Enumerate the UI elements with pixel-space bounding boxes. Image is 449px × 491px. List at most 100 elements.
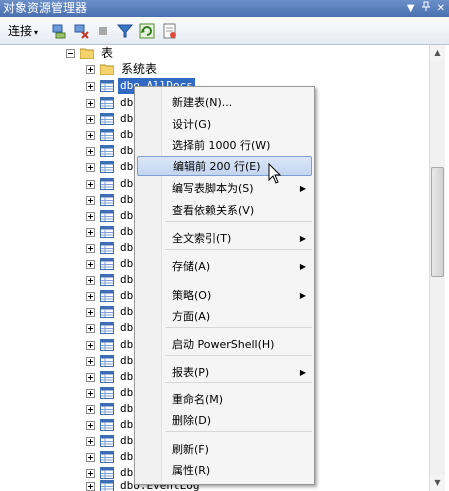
expand-icon[interactable] [86,356,95,366]
vertical-scrollbar[interactable]: ▲ ▼ [429,45,445,491]
chevron-down-icon: ▾ [34,28,39,37]
menu-item-label: 删除(D) [172,414,212,427]
expand-icon[interactable] [86,163,95,173]
menu-item-label: 存储(A) [172,260,211,273]
table-icon [100,386,114,399]
submenu-arrow-icon: ▶ [299,368,306,377]
menu-item-script-table-as[interactable]: 编写表脚本为(S) ▶ [137,179,312,199]
tree-node-tables[interactable]: 表 [0,45,429,61]
expand-icon[interactable] [86,437,95,447]
connect-icon[interactable] [51,23,67,39]
connect-button[interactable]: 连接 ▾ [8,22,38,39]
table-icon [100,480,114,491]
table-icon [100,241,114,254]
menu-item-storage[interactable]: 存储(A) ▶ [137,257,312,277]
expand-icon[interactable] [86,243,95,253]
expand-icon[interactable] [86,324,95,334]
submenu-arrow-icon: ▶ [299,234,306,243]
expand-icon[interactable] [86,340,95,350]
menu-item-label: 刷新(F) [172,443,209,456]
table-icon [100,338,114,351]
table-icon [100,113,114,126]
expand-icon[interactable] [86,372,95,382]
expand-icon[interactable] [86,179,95,189]
menu-item-label: 全文索引(T) [172,232,232,245]
submenu-arrow-icon: ▶ [299,291,306,300]
tree-label-tables: 表 [101,46,114,60]
menu-item-policies[interactable]: 策略(O) ▶ [137,286,312,306]
menu-item-reports[interactable]: 报表(P) ▶ [137,363,312,383]
expand-icon[interactable] [86,482,95,491]
expand-icon[interactable] [86,469,95,479]
menu-item-view-dependencies[interactable]: 查看依赖关系(V) [137,201,312,221]
expand-icon[interactable] [86,82,95,91]
expand-icon[interactable] [86,211,95,221]
table-icon [100,322,114,335]
expand-icon[interactable] [86,227,95,237]
table-icon [100,370,114,383]
refresh-icon[interactable] [139,23,155,39]
expand-icon[interactable] [86,195,95,205]
expand-icon[interactable] [86,388,95,398]
menu-item-rename[interactable]: 重命名(M) [137,390,312,410]
table-icon [100,274,114,287]
menu-separator [165,221,312,222]
menu-separator [165,327,312,328]
menu-item-delete[interactable]: 删除(D) [137,411,312,431]
scroll-up-icon[interactable]: ▲ [430,45,445,61]
expand-icon[interactable] [86,404,95,414]
panel-title: 对象资源管理器 [3,1,88,15]
expand-icon[interactable] [86,131,95,141]
menu-item-facets[interactable]: 方面(A) [137,307,312,327]
menu-item-label: 重命名(M) [172,393,224,406]
collapse-icon[interactable] [66,49,75,58]
menu-item-label: 报表(P) [172,366,210,379]
table-icon [100,193,114,206]
toolbar: 连接 ▾ [0,17,449,45]
table-icon [100,419,114,431]
scroll-down-icon[interactable]: ▼ [430,475,445,491]
summary-icon[interactable] [162,23,178,39]
menu-item-properties[interactable]: 属性(R) [137,461,312,481]
connect-label: 连接 [8,24,33,38]
menu-item-full-text-index[interactable]: 全文索引(T) ▶ [137,229,312,249]
expand-icon[interactable] [86,276,95,286]
dropdown-icon[interactable]: ▼ [407,0,415,17]
expand-icon[interactable] [86,65,95,74]
table-icon [100,80,114,92]
menu-item-label: 编写表脚本为(S) [172,182,254,195]
scrollbar-thumb[interactable] [431,167,444,277]
close-icon[interactable]: ✕ [437,0,445,17]
tree-node-system-tables[interactable]: 系统表 [0,61,429,77]
menu-item-label: 新建表(N)... [172,96,233,109]
filter-icon[interactable] [117,23,133,39]
expand-icon[interactable] [86,421,95,430]
table-icon [100,145,114,158]
menu-item-start-powershell[interactable]: 启动 PowerShell(H) [137,335,312,355]
expand-icon[interactable] [86,260,95,269]
table-icon [100,209,114,222]
table-icon [100,97,114,109]
menu-item-label: 编辑前 200 行(E) [173,160,261,173]
mouse-cursor-icon [268,163,282,184]
table-icon [100,258,114,270]
expand-icon[interactable] [86,115,95,125]
expand-icon[interactable] [86,453,95,463]
table-icon [100,451,114,464]
expand-icon[interactable] [86,99,95,108]
expand-icon[interactable] [86,147,95,157]
menu-item-design[interactable]: 设计(G) [137,115,312,135]
menu-item-edit-top-200[interactable]: 编辑前 200 行(E) [137,156,312,176]
menu-item-new-table[interactable]: 新建表(N)... [137,93,312,113]
menu-item-select-top-1000[interactable]: 选择前 1000 行(W) [137,136,312,156]
submenu-arrow-icon: ▶ [299,184,306,193]
disconnect-icon[interactable] [73,23,89,39]
menu-item-refresh[interactable]: 刷新(F) [137,440,312,460]
menu-item-label: 策略(O) [172,289,212,302]
expand-icon[interactable] [86,308,95,318]
expand-icon[interactable] [86,292,95,302]
table-icon [100,161,114,174]
table-icon [100,225,114,238]
pin-icon[interactable] [421,0,431,17]
stop-icon[interactable] [95,23,111,39]
